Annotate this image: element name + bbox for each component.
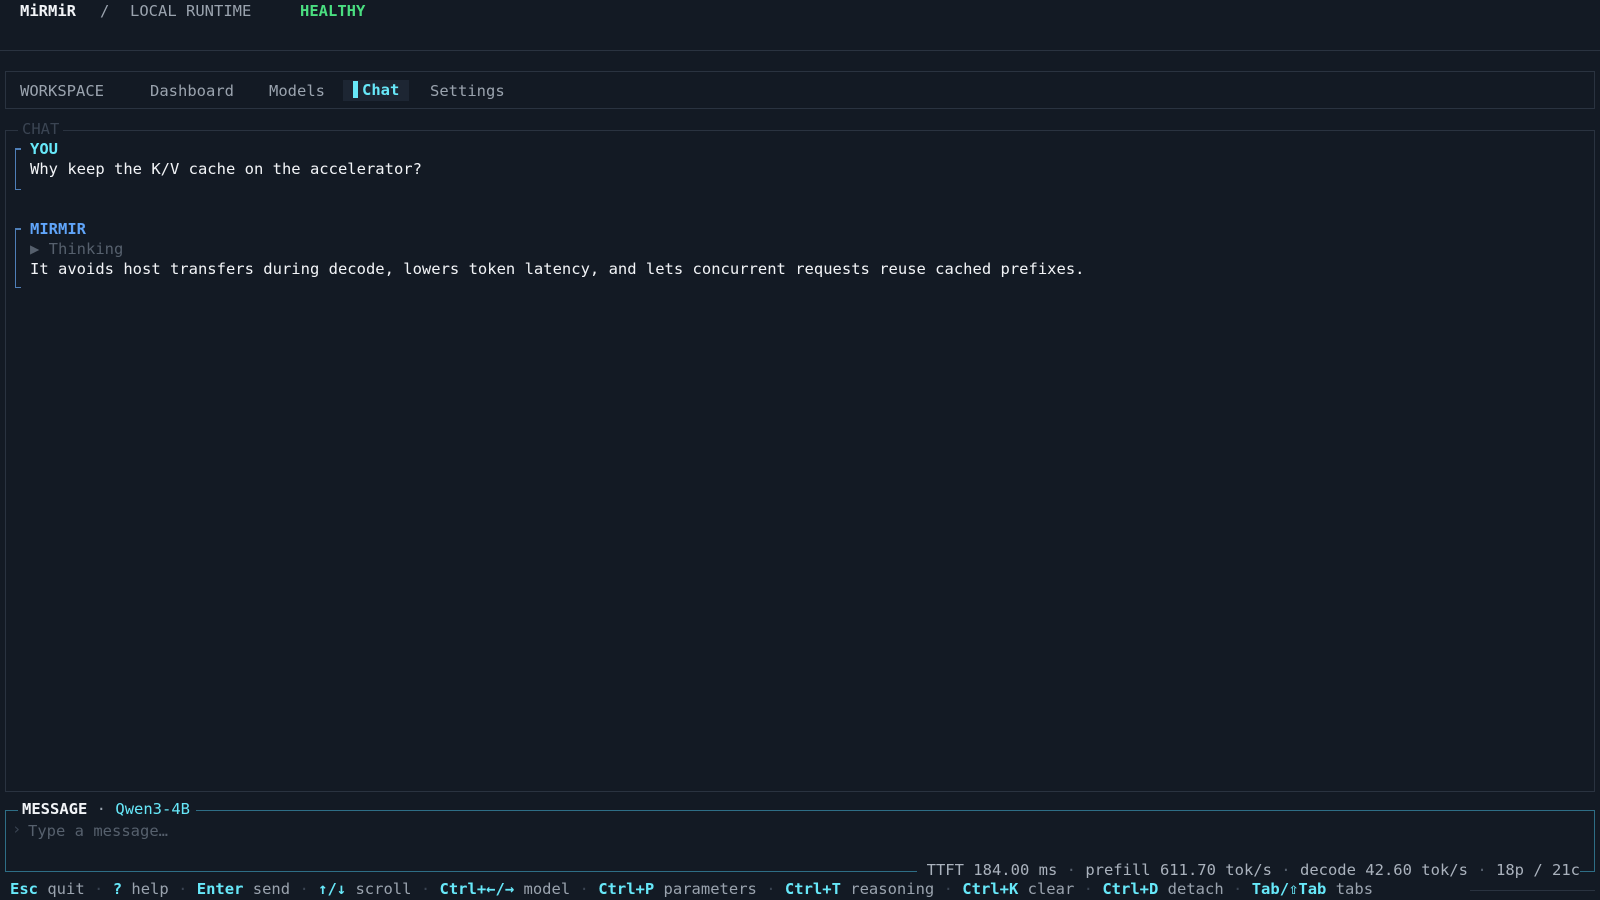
health-status: HEALTHY [300,2,366,20]
user-message-text: Why keep the K/V cache on the accelerato… [30,160,422,178]
model-name[interactable]: Qwen3-4B [115,800,190,818]
shortcut-key: Ctrl+←/→ [439,880,515,898]
message-composer: MESSAGE · Qwen3-4B › TTFT 184.00 ms · pr… [5,800,1595,879]
shortcut-key: Ctrl+D [1102,880,1159,898]
perf-stats: TTFT 184.00 ms · prefill 611.70 tok/s · … [916,861,1580,879]
shortcut-label: help [131,880,169,898]
composer-title: MESSAGE · Qwen3-4B [18,800,197,818]
stat-sep: · [1477,861,1487,879]
app-name: MiRMiR [20,2,76,20]
user-role-label: YOU [30,140,58,158]
shortcut-key: ↑/↓ [318,880,347,898]
tab-dashboard[interactable]: Dashboard [150,82,234,100]
stat-tokens: 18p / 21c [1496,861,1580,879]
assistant-message-bracket [14,228,22,288]
message-input[interactable] [26,819,1430,843]
header-divider [0,50,1600,51]
composer-dot: · [96,800,107,818]
active-tab-marker [353,81,358,98]
tab-chat[interactable]: Chat [343,80,410,101]
shortcut-key: Enter [196,880,244,898]
breadcrumb-separator: / [100,2,110,20]
chat-panel[interactable]: CHAT YOU Why keep the K/V cache on the a… [5,120,1595,792]
assistant-message-text: It avoids host transfers during decode, … [30,260,1085,278]
shortcut-key: Esc [10,880,38,898]
user-message-bracket [14,148,22,190]
shortcut-label: send [252,880,291,898]
shortcut-label: detach [1167,880,1224,898]
stat-sep: · [1281,861,1291,879]
shortcut-label: reasoning [850,880,935,898]
footer-rule [1470,890,1595,891]
thinking-toggle[interactable]: ▶ Thinking [30,240,123,258]
shortcut-label: model [523,880,571,898]
stat-decode: decode 42.60 tok/s [1299,861,1468,879]
shortcut-label: parameters [663,880,757,898]
chat-panel-title: CHAT [18,120,64,138]
shortcut-key: ? [112,880,123,898]
stat-ttft: TTFT 184.00 ms [926,861,1058,879]
stat-sep: · [1066,861,1076,879]
shortcut-label: scroll [355,880,412,898]
shortcut-bar: Esc quit · ? help · Enter send · ↑/↓ scr… [10,880,1374,898]
runtime-context: LOCAL RUNTIME [130,2,252,20]
tab-models[interactable]: Models [269,82,325,100]
stat-prefill: prefill 611.70 tok/s [1085,861,1272,879]
shortcut-key: Ctrl+T [784,880,841,898]
workspace-tabs: WORKSPACE Dashboard Models Chat Settings [5,71,1595,109]
shortcut-label: quit [47,880,85,898]
tab-settings[interactable]: Settings [430,82,505,100]
composer-label: MESSAGE [22,800,88,818]
shortcut-label: clear [1027,880,1075,898]
shortcut-key: Ctrl+K [962,880,1019,898]
workspace-label: WORKSPACE [20,82,104,100]
prompt-chevron-icon: › [12,820,22,838]
tab-chat-label: Chat [362,81,400,99]
shortcut-label: tabs [1335,880,1374,898]
shortcut-key: Ctrl+P [598,880,655,898]
assistant-role-label: MIRMIR [30,220,86,238]
shortcut-key: Tab/⇧Tab [1251,880,1327,898]
